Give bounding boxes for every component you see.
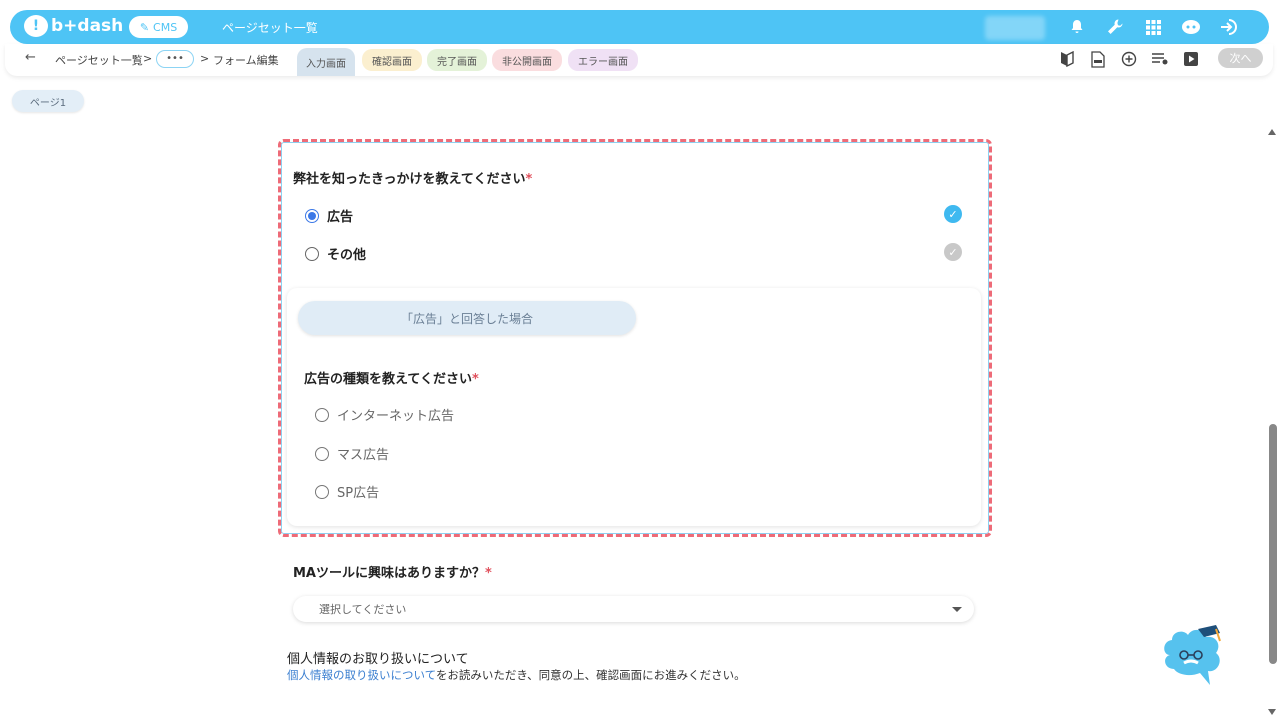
radio-button[interactable] (305, 246, 319, 261)
cms-label: CMS (153, 20, 178, 34)
radio-button[interactable] (315, 484, 329, 499)
cms-button[interactable]: ✎ CMS (129, 16, 188, 38)
mascot-assistant-icon[interactable] (1160, 625, 1228, 691)
header-title[interactable]: ページセット一覧 (222, 19, 318, 36)
tab-complete-screen[interactable]: 完了画面 (427, 49, 487, 71)
radio-option-sp-ad[interactable]: SP広告 (315, 482, 379, 501)
required-mark: * (525, 172, 533, 187)
sub-question-label: 広告の種類を教えてください* (304, 372, 479, 387)
option-label: マス広告 (337, 448, 390, 463)
scroll-down-arrow[interactable] (1268, 709, 1276, 715)
ma-tool-select[interactable]: 選択してください (293, 596, 974, 622)
privacy-body: をお読みいただき、同意の上、確認画面にお進みください。 (435, 668, 746, 682)
wrench-icon[interactable] (1103, 15, 1127, 39)
radio-option-internet-ad[interactable]: インターネット広告 (315, 405, 454, 424)
logo-bubble-icon: ! (24, 15, 48, 37)
radio-button[interactable] (315, 446, 329, 461)
tab-confirm-screen[interactable]: 確認画面 (362, 49, 422, 71)
edit-icon: ✎ (139, 20, 150, 34)
tab-input-screen[interactable]: 入力画面 (297, 48, 355, 76)
option-label: その他 (327, 248, 367, 263)
next-button[interactable]: 次へ (1218, 48, 1263, 68)
option-label: SP広告 (337, 486, 380, 501)
user-info[interactable] (985, 16, 1045, 40)
radio-button[interactable] (305, 208, 319, 223)
add-circle-icon[interactable] (1119, 49, 1139, 69)
select-placeholder: 選択してください (319, 603, 407, 616)
required-mark: * (471, 372, 479, 387)
grid-icon[interactable] (1141, 15, 1165, 39)
page-tab[interactable]: ページ1 (12, 90, 84, 112)
condition-label[interactable]: 「広告」と回答した場合 (298, 301, 636, 335)
ai-assistant-icon[interactable] (1179, 15, 1203, 39)
required-mark: * (485, 566, 492, 581)
bell-icon[interactable] (1065, 15, 1089, 39)
beginner-mark-icon[interactable] (1057, 49, 1077, 69)
privacy-text: 個人情報の取り扱いについてをお読みいただき、同意の上、確認画面にお進みください。 (287, 667, 746, 683)
tab-error-screen[interactable]: エラー画面 (568, 49, 638, 71)
scrollbar-thumb[interactable] (1269, 424, 1277, 664)
radio-option-mass-ad[interactable]: マス広告 (315, 444, 389, 463)
play-icon[interactable] (1181, 49, 1201, 69)
check-circle-icon[interactable]: ✓ (944, 205, 962, 223)
logout-icon[interactable] (1217, 15, 1241, 39)
scroll-up-arrow[interactable] (1268, 129, 1276, 135)
tab-private-screen[interactable]: 非公開画面 (492, 49, 562, 71)
breadcrumb-root[interactable]: ページセット一覧 (55, 52, 143, 68)
logo-text: b+dash (51, 16, 124, 36)
sub-bar: ← ページセット一覧 > ••• > フォーム編集 入力画面 確認画面 完了画面… (5, 44, 1273, 76)
radio-button[interactable] (315, 407, 329, 422)
option-label: 広告 (327, 210, 354, 225)
question-label-ma-tool: MAツールに興味はありますか？* (293, 566, 492, 581)
radio-option-other[interactable]: その他 (305, 244, 366, 263)
breadcrumb-separator: > (200, 52, 210, 65)
privacy-title: 個人情報のお取り扱いについて (287, 652, 469, 667)
breadcrumb-current: フォーム編集 (213, 54, 279, 67)
privacy-link[interactable]: 個人情報の取り扱いについて (287, 668, 436, 682)
breadcrumb-ellipsis-button[interactable]: ••• (156, 50, 194, 68)
top-bar: ! b+dash ✎ CMS ページセット一覧 (10, 10, 1269, 44)
breadcrumb-separator: > (143, 52, 153, 65)
logo[interactable]: ! b+dash (24, 15, 123, 37)
chevron-down-icon (952, 607, 962, 612)
radio-option-ad[interactable]: 広告 (305, 206, 353, 225)
question-label: 弊社を知ったきっかけを教えてください* (293, 172, 533, 187)
option-label: インターネット広告 (337, 409, 455, 424)
html-file-icon[interactable] (1088, 49, 1108, 69)
back-arrow-icon[interactable]: ← (25, 50, 36, 65)
check-circle-icon[interactable]: ✓ (944, 243, 962, 261)
settings-list-icon[interactable] (1150, 49, 1170, 69)
